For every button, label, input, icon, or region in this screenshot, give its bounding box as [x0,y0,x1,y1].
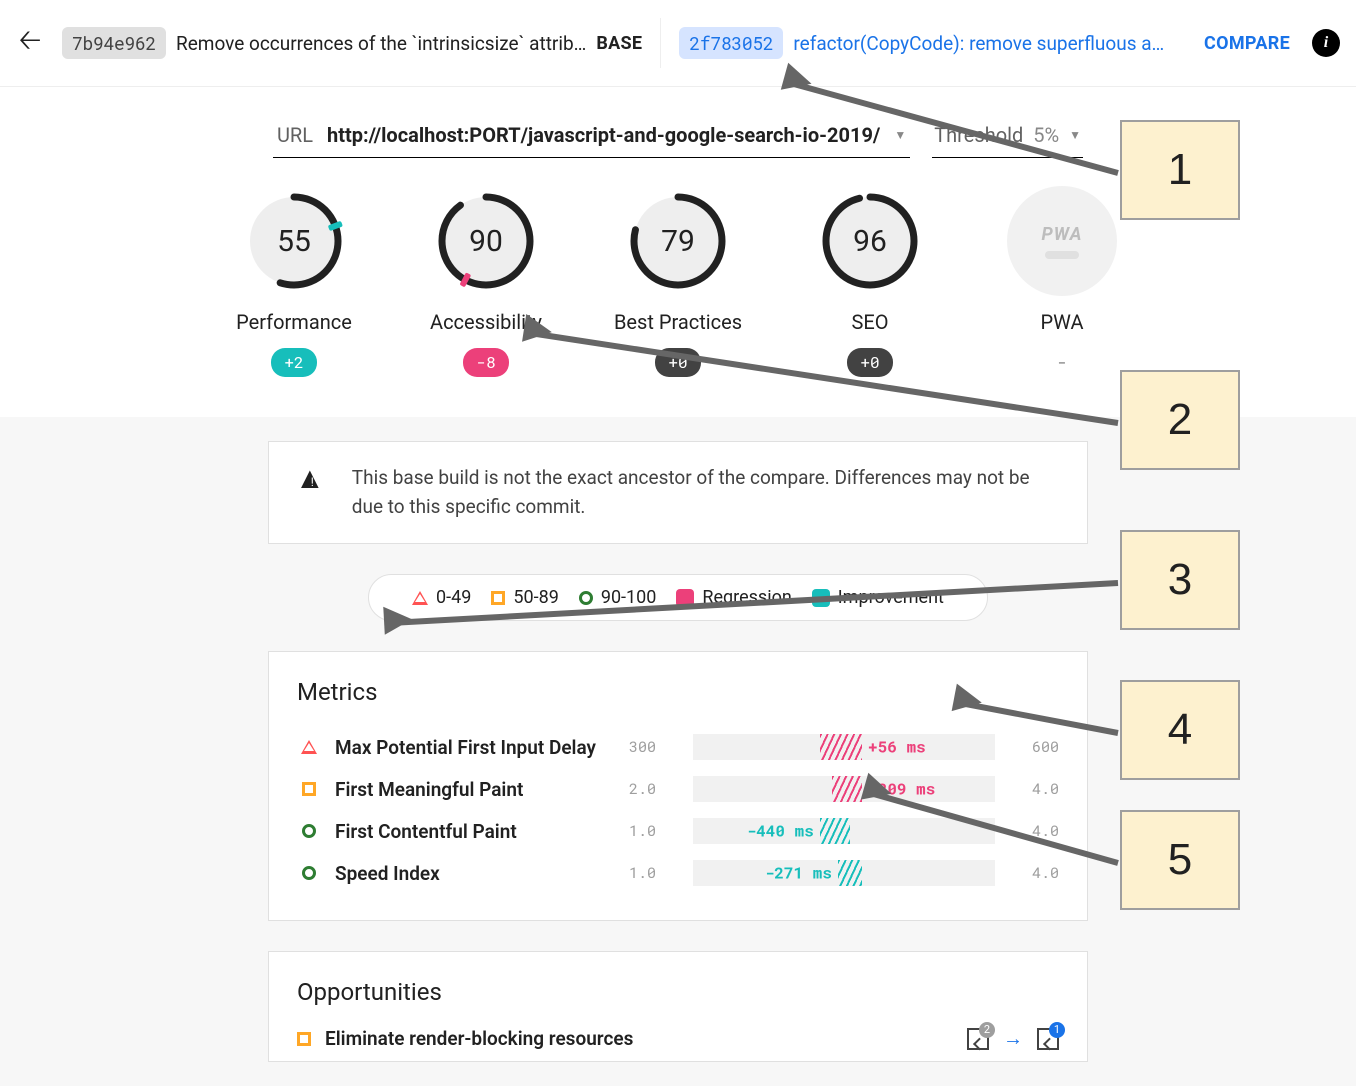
gauge-pwa[interactable]: PWA PWA - [997,186,1127,377]
gauge-ring: 96 [815,186,925,296]
metric-bar: +56 ms [693,734,995,760]
opportunity-row[interactable]: Eliminate render-blocking resources 2 → … [297,1026,1059,1051]
metric-scale-high: 600 [1009,737,1059,757]
gauge-score: 90 [431,186,541,296]
url-label: URL [277,123,313,147]
compare-tag: COMPARE [1204,33,1290,54]
metric-bar: +209 ms [693,776,995,802]
threshold-dropdown[interactable]: Threshold 5% ▼ [932,117,1083,158]
open-base-icon[interactable]: 2 [967,1028,989,1050]
metric-delta: +56 ms [868,737,926,758]
warning-text: This base build is not the exact ancesto… [352,464,1061,521]
metric-scale-low: 2.0 [629,779,679,799]
metric-row[interactable]: First Meaningful Paint 2.0 +209 ms 4.0 [297,768,1059,810]
badge-count: 2 [979,1022,995,1038]
open-compare-icon[interactable]: 1 [1037,1028,1059,1050]
score-delta-pill: +0 [655,348,701,377]
metric-scale-high: 4.0 [1009,821,1059,841]
opportunity-compare-icons: 2 → 1 [967,1026,1059,1051]
metric-shape-icon [297,740,321,754]
ancestor-warning-card: ▲! This base build is not the exact ance… [268,441,1088,544]
base-commit-message: Remove occurrences of the `intrinsicsize… [176,32,586,55]
metric-shape-icon [297,824,321,838]
metric-name: First Meaningful Paint [335,778,615,801]
score-delta-pill: +0 [847,348,893,377]
badge-count: 1 [1049,1022,1065,1038]
legend-50-89: 50-89 [491,587,558,608]
metric-row[interactable]: First Contentful Paint 1.0 -440 ms 4.0 [297,810,1059,852]
gauge-performance[interactable]: 55 Performance +2 [229,186,359,377]
score-delta-pill: -8 [463,348,509,377]
legend-0-49: 0-49 [412,587,471,608]
threshold-label: Threshold [934,123,1023,147]
gauge-seo[interactable]: 96 SEO +0 [805,186,935,377]
gauge-label: Accessibility [430,310,542,334]
gauge-best-practices[interactable]: 79 Best Practices +0 [613,186,743,377]
url-dropdown[interactable]: URL http://localhost:PORT/javascript-and… [273,117,910,158]
metric-scale-low: 1.0 [629,821,679,841]
metrics-card: Metrics Max Potential First Input Delay … [268,651,1088,921]
metrics-heading: Metrics [297,678,1059,706]
chevron-down-icon: ▼ [894,128,906,142]
warning-icon: ▲! [295,464,328,494]
pwa-icon: PWA [1042,224,1083,245]
opportunities-heading: Opportunities [297,978,1059,1006]
legend-improvement: Improvement [812,587,944,608]
compare-commit-message[interactable]: refactor(CopyCode): remove superfluous a… [793,32,1194,55]
metric-shape-icon [297,782,321,796]
opportunities-card: Opportunities Eliminate render-blocking … [268,951,1088,1062]
gauge-score: 96 [815,186,925,296]
header-bar: 🡠 7b94e962 Remove occurrences of the `in… [0,0,1356,87]
metric-delta: -440 ms [747,821,814,842]
metric-scale-high: 4.0 [1009,863,1059,883]
header-separator [660,18,661,68]
url-threshold-row: URL http://localhost:PORT/javascript-and… [0,117,1356,158]
gauge-ring: 55 [239,186,349,296]
metric-delta: +209 ms [868,779,935,800]
metric-scale-low: 300 [629,737,679,757]
gauge-label: SEO [851,310,888,334]
gray-band: ▲! This base build is not the exact ance… [0,417,1356,1086]
legend-90-100: 90-100 [579,587,657,608]
score-delta-pill: - [1039,348,1085,377]
base-tag: BASE [596,33,642,54]
metric-row[interactable]: Speed Index 1.0 -271 ms 4.0 [297,852,1059,894]
opportunity-name: Eliminate render-blocking resources [325,1027,953,1050]
compare-hash-pill[interactable]: 2f783052 [679,27,783,59]
legend-pill: 0-49 50-89 90-100 Regression Improvement [368,574,988,621]
base-hash-pill[interactable]: 7b94e962 [62,27,166,59]
score-delta-pill: +2 [271,348,317,377]
metric-row[interactable]: Max Potential First Input Delay 300 +56 … [297,726,1059,768]
back-arrow-icon[interactable]: 🡠 [8,19,52,67]
pwa-gauge: PWA [1007,186,1117,296]
gauge-label: PWA [1041,310,1084,334]
opportunity-shape-icon [297,1032,311,1046]
gauge-ring: 90 [431,186,541,296]
metric-delta: -271 ms [765,863,832,884]
gauge-ring: 79 [623,186,733,296]
metric-name: Speed Index [335,862,615,885]
info-icon[interactable]: i [1312,29,1340,57]
metric-shape-icon [297,866,321,880]
gauge-accessibility[interactable]: 90 Accessibility -8 [421,186,551,377]
legend-regression: Regression [676,587,791,608]
score-gauges-row: 55 Performance +2 90 Accessibility -8 79 B… [0,186,1356,377]
chevron-down-icon: ▼ [1069,128,1081,142]
gauge-score: 79 [623,186,733,296]
metric-scale-high: 4.0 [1009,779,1059,799]
metric-name: First Contentful Paint [335,820,615,843]
gauge-label: Performance [236,310,352,334]
overview-section: URL http://localhost:PORT/javascript-and… [0,87,1356,417]
threshold-value: 5% [1033,123,1059,147]
metric-name: Max Potential First Input Delay [335,736,615,759]
metric-scale-low: 1.0 [629,863,679,883]
gauge-label: Best Practices [614,310,742,334]
metric-bar: -440 ms [693,818,995,844]
url-value: http://localhost:PORT/javascript-and-goo… [327,123,880,147]
metric-bar: -271 ms [693,860,995,886]
arrow-right-icon: → [1003,1026,1023,1051]
gauge-score: 55 [239,186,349,296]
